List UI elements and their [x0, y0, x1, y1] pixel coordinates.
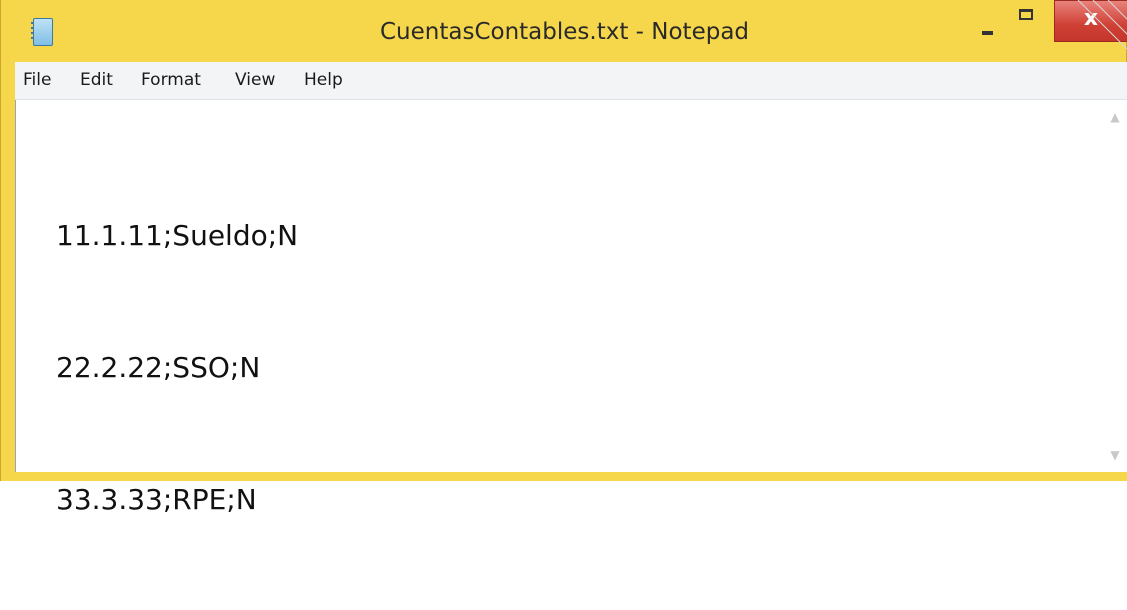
- scroll-down-arrow-icon[interactable]: ▼: [1108, 448, 1122, 462]
- menu-edit[interactable]: Edit: [80, 70, 113, 90]
- close-button[interactable]: x: [1054, 0, 1127, 42]
- scroll-up-arrow-icon[interactable]: ▲: [1108, 110, 1122, 124]
- text-editor[interactable]: 11.1.11;Sueldo;N 22.2.22;SSO;N 33.3.33;R…: [15, 100, 1127, 516]
- minimize-icon: [982, 31, 993, 35]
- vertical-scrollbar[interactable]: ▲ ▼: [1102, 100, 1127, 472]
- text-line: 11.1.11;Sueldo;N: [56, 219, 299, 252]
- minimize-button[interactable]: [966, 5, 1011, 41]
- maximize-icon: [1019, 9, 1033, 20]
- text-line: 22.2.22;SSO;N: [56, 351, 261, 384]
- menu-format[interactable]: Format: [141, 70, 201, 90]
- close-icon: x: [1083, 6, 1099, 31]
- menu-file[interactable]: File: [23, 70, 51, 90]
- menu-bar: File Edit Format View Help: [15, 62, 1127, 100]
- title-bar[interactable]: CuentasContables.txt - Notepad x: [1, 0, 1127, 62]
- window-title: CuentasContables.txt - Notepad: [379, 19, 750, 45]
- maximize-button[interactable]: [1007, 5, 1047, 41]
- menu-help[interactable]: Help: [304, 70, 343, 90]
- menu-view[interactable]: View: [235, 70, 275, 90]
- window-bottom-border: [15, 472, 1127, 481]
- text-line: 33.3.33;RPE;N: [56, 483, 257, 516]
- notepad-window: CuentasContables.txt - Notepad x File Ed…: [0, 0, 1127, 516]
- document-text[interactable]: 11.1.11;Sueldo;N 22.2.22;SSO;N 33.3.33;R…: [56, 126, 298, 610]
